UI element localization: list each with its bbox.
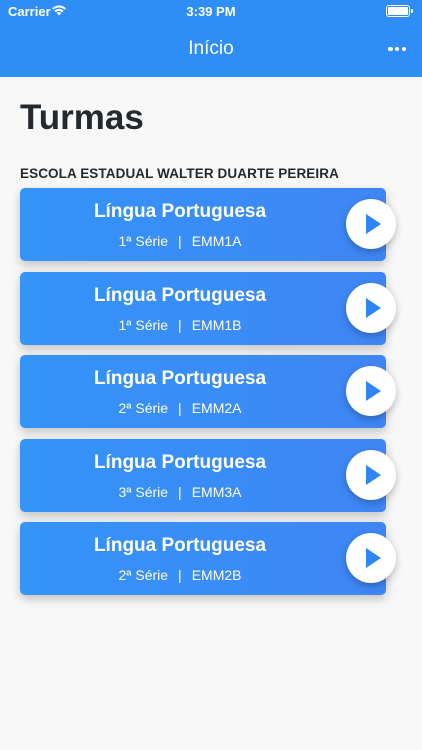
page-title: Turmas: [20, 98, 144, 137]
class-card[interactable]: Língua Portuguesa 1ª Série | EMM1B: [20, 271, 396, 345]
class-subject: Língua Portuguesa: [93, 368, 267, 389]
play-button[interactable]: [346, 199, 396, 249]
class-code: EMM1B: [191, 316, 242, 333]
class-code: EMM2A: [191, 400, 242, 416]
class-code: EMM1A: [191, 233, 242, 249]
class-grade: 2ª Série: [118, 400, 169, 416]
class-code: EMM3A: [191, 483, 242, 500]
play-icon: [366, 548, 381, 568]
class-subject: Língua Portuguesa: [93, 535, 267, 556]
status-bar: Carrier 3:39 PM: [0, 0, 422, 24]
play-icon: [366, 464, 381, 485]
class-grade: 1ª Série: [118, 233, 169, 249]
clock: 3:39 PM: [186, 4, 236, 19]
class-card[interactable]: Língua Portuguesa 2ª Série | EMM2B: [20, 522, 396, 595]
play-icon: [366, 297, 381, 318]
play-icon: [366, 381, 381, 401]
nav-title: Início: [188, 38, 234, 59]
class-card[interactable]: Língua Portuguesa 3ª Série | EMM3A: [20, 438, 396, 512]
play-button[interactable]: [346, 449, 396, 500]
meta-separator: |: [178, 483, 182, 500]
class-list: Língua Portuguesa 1ª Série | EMM1A Língua …: [20, 188, 396, 606]
class-card[interactable]: Língua Portuguesa 1ª Série | EMM1A: [20, 188, 396, 261]
more-icon[interactable]: [388, 46, 406, 52]
class-grade: 3ª Série: [118, 483, 169, 500]
meta-separator: |: [178, 316, 182, 333]
meta-separator: |: [178, 400, 182, 416]
class-subject: Língua Portuguesa: [93, 451, 267, 473]
class-grade: 2ª Série: [118, 567, 169, 583]
class-meta: 2ª Série | EMM2A: [20, 400, 340, 416]
school-name: ESCOLA ESTADUAL WALTER DUARTE PEREIRA: [20, 166, 339, 181]
play-button[interactable]: [346, 366, 396, 416]
class-card[interactable]: Língua Portuguesa 2ª Série | EMM2A: [20, 355, 396, 428]
class-subject: Língua Portuguesa: [93, 284, 267, 306]
battery-icon: [386, 5, 413, 17]
class-meta: 1ª Série | EMM1B: [20, 317, 340, 333]
app-header: Carrier 3:39 PM Início: [0, 0, 422, 77]
class-grade: 1ª Série: [118, 316, 169, 333]
meta-separator: |: [178, 233, 182, 249]
play-button[interactable]: [346, 533, 396, 583]
class-meta: 1ª Série | EMM1A: [20, 233, 340, 249]
class-meta: 2ª Série | EMM2B: [20, 567, 340, 583]
meta-separator: |: [178, 567, 182, 583]
class-meta: 3ª Série | EMM3A: [20, 484, 340, 500]
class-subject: Língua Portuguesa: [93, 201, 267, 222]
class-code: EMM2B: [191, 567, 242, 583]
play-icon: [366, 214, 381, 234]
play-button[interactable]: [346, 282, 396, 333]
